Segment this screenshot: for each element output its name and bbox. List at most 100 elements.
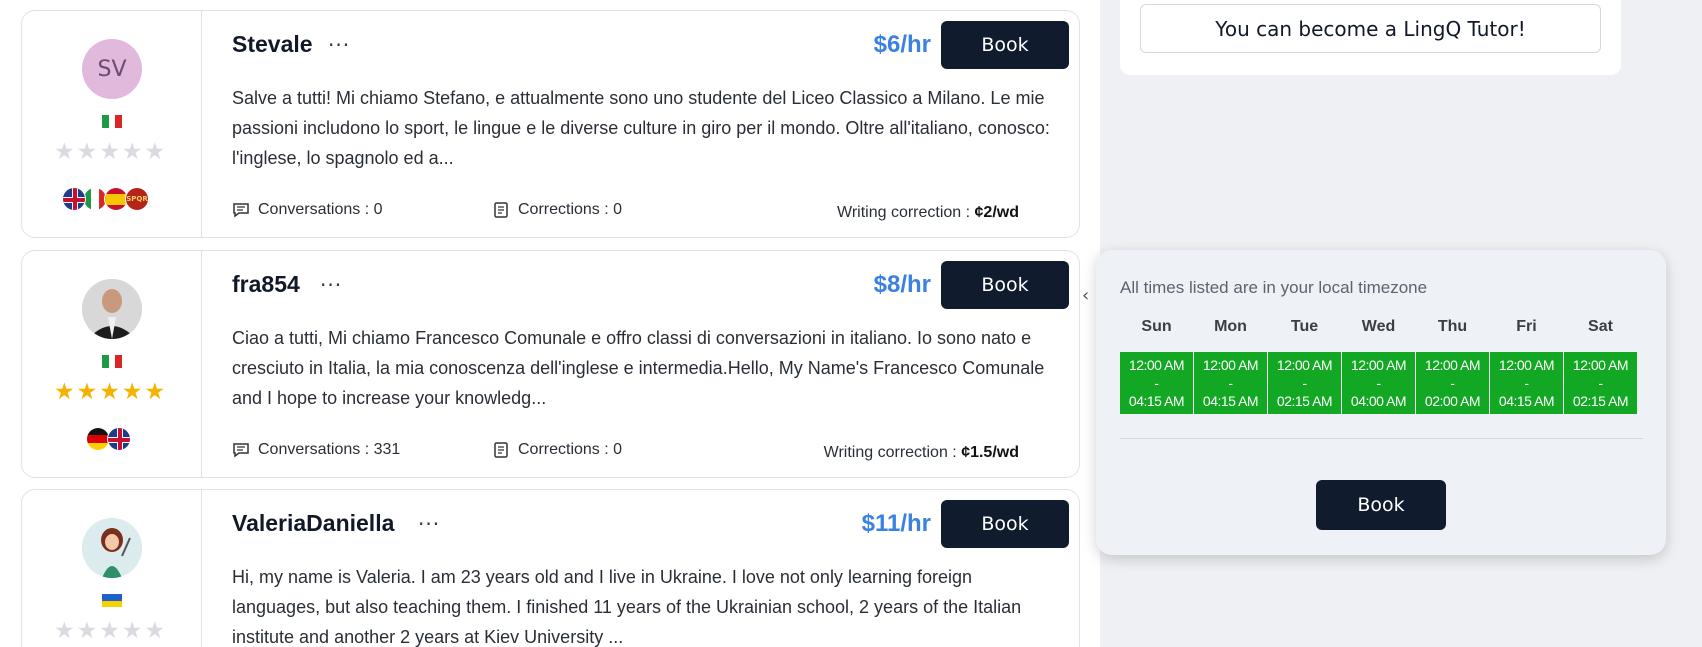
- tutor-bio: Salve a tutti! Mi chiamo Stefano, e attu…: [232, 88, 1050, 168]
- tutor-name[interactable]: Stevale: [232, 31, 313, 58]
- tutor-card-fra854: ★ ★ ★ ★ ★ fra854 ··· $8/hr Book Ciao a tutti…: [21, 250, 1080, 478]
- time-slot[interactable]: 12:00 AM -02:15 AM: [1564, 352, 1637, 414]
- more-options-icon[interactable]: ···: [418, 512, 440, 536]
- corrections-count: Corrections : 0: [518, 201, 623, 218]
- chat-icon: [233, 443, 249, 458]
- writing-correction-label: Writing correction :: [823, 444, 962, 461]
- time-slot[interactable]: 12:00 AM -02:00 AM: [1416, 352, 1489, 414]
- writing-correction-price: Writing correction : ¢1.5/wd: [824, 444, 1019, 462]
- star-icon: ★: [99, 618, 120, 644]
- popover-book-button[interactable]: Book: [1316, 480, 1446, 530]
- star-icon: ★: [144, 618, 166, 644]
- day-column-mon: Mon 12:00 AM -04:15 AM: [1194, 318, 1267, 414]
- star-icon: ★: [121, 139, 143, 165]
- time-slot[interactable]: 12:00 AM -02:15 AM: [1268, 352, 1341, 414]
- italy-flag-icon: [102, 355, 123, 368]
- writing-correction-value: ¢2/wd: [974, 204, 1019, 221]
- document-icon: [494, 202, 508, 218]
- tutor-info: ValeriaDaniella ··· $11/hr Book Hi, my n…: [232, 490, 1079, 647]
- tutor-name[interactable]: fra854: [232, 271, 300, 298]
- tutor-card-stevale: SV ★ ★ ★ ★ ★ SPQR Stevale ··· $6/hr Book Sal…: [21, 10, 1080, 238]
- book-button[interactable]: Book: [941, 500, 1069, 548]
- day-column-sun: Sun 12:00 AM -04:15 AM: [1120, 318, 1193, 414]
- hourly-price: $6/hr: [873, 31, 931, 58]
- tutor-profile-column: SV ★ ★ ★ ★ ★ SPQR: [22, 11, 202, 237]
- corrections-stat: Corrections : 0: [492, 201, 622, 219]
- tutor-bio: Hi, my name is Valeria. I am 23 years ol…: [232, 567, 1022, 647]
- document-icon: [494, 442, 508, 458]
- language-flags: SPQR: [62, 187, 149, 213]
- star-icon: ★: [54, 379, 75, 405]
- time-slot[interactable]: 12:00 AM -04:15 AM: [1490, 352, 1563, 414]
- star-icon: ★: [144, 379, 166, 405]
- star-icon: ★: [54, 139, 75, 165]
- book-button[interactable]: Book: [941, 21, 1069, 69]
- star-icon: ★: [54, 618, 75, 644]
- day-name: Mon: [1214, 318, 1247, 335]
- hourly-price: $8/hr: [873, 271, 931, 298]
- tutor-profile-column: ★ ★ ★ ★ ★: [22, 251, 202, 477]
- star-icon: ★: [76, 379, 98, 405]
- time-slot[interactable]: 12:00 AM -04:00 AM: [1342, 352, 1415, 414]
- time-slot[interactable]: 12:00 AM -04:15 AM: [1194, 352, 1267, 414]
- hourly-price: $11/hr: [861, 510, 931, 537]
- star-icon: ★: [121, 379, 143, 405]
- tutor-bio: Ciao a tutti, Mi chiamo Francesco Comuna…: [232, 328, 1045, 408]
- day-name: Sat: [1588, 318, 1613, 335]
- language-flags: [86, 427, 131, 453]
- availability-popover: All times listed are in your local timez…: [1096, 250, 1666, 555]
- rating-stars: ★ ★ ★ ★ ★: [54, 379, 174, 405]
- writing-correction-value: ¢1.5/wd: [961, 444, 1019, 461]
- divider: [1120, 438, 1643, 439]
- star-icon: ★: [76, 139, 98, 165]
- timezone-note: All times listed are in your local timez…: [1120, 278, 1428, 297]
- day-name: Thu: [1437, 318, 1468, 335]
- day-column-thu: Thu 12:00 AM -02:00 AM: [1416, 318, 1489, 414]
- star-icon: ★: [76, 618, 98, 644]
- english-flag-icon: [107, 427, 131, 451]
- become-tutor-panel: You can become a LingQ Tutor!: [1120, 0, 1621, 75]
- chat-icon: [233, 203, 249, 218]
- book-button[interactable]: Book: [941, 261, 1069, 309]
- day-name: Fri: [1516, 318, 1537, 335]
- tutor-name[interactable]: ValeriaDaniella: [232, 510, 394, 537]
- more-options-icon[interactable]: ···: [328, 33, 350, 57]
- day-name: Wed: [1361, 318, 1396, 335]
- person-photo-icon: [82, 279, 142, 339]
- day-name: Tue: [1290, 318, 1319, 335]
- become-tutor-button[interactable]: You can become a LingQ Tutor!: [1140, 4, 1601, 53]
- ukraine-flag-icon: [102, 594, 122, 607]
- rating-stars: ★ ★ ★ ★ ★: [54, 139, 174, 165]
- day-column-wed: Wed 12:00 AM -04:00 AM: [1342, 318, 1415, 414]
- day-column-tue: Tue 12:00 AM -02:15 AM: [1268, 318, 1341, 414]
- star-icon: ★: [99, 139, 120, 165]
- avatar[interactable]: [82, 279, 142, 339]
- corrections-count: Corrections : 0: [518, 441, 623, 458]
- latin-spqr-icon: SPQR: [125, 187, 149, 211]
- tutor-card-valeriadaniella: ★ ★ ★ ★ ★ ValeriaDaniella ··· $11/hr Book Hi…: [21, 489, 1080, 647]
- star-icon: ★: [121, 618, 143, 644]
- rating-stars: ★ ★ ★ ★ ★: [54, 618, 174, 644]
- avatar[interactable]: SV: [82, 39, 142, 99]
- corrections-stat: Corrections : 0: [492, 441, 622, 459]
- writing-correction-price: Writing correction : ¢2/wd: [837, 204, 1019, 222]
- tutor-info: fra854 ··· $8/hr Book Ciao a tutti, Mi c…: [232, 251, 1079, 477]
- weekly-schedule: Sun 12:00 AM -04:15 AM Mon 12:00 AM -04:15…: [1120, 318, 1643, 414]
- conversations-stat: Conversations : 0: [232, 201, 383, 219]
- day-name: Sun: [1141, 318, 1172, 335]
- tutor-profile-column: ★ ★ ★ ★ ★: [22, 490, 202, 647]
- time-slot[interactable]: 12:00 AM -04:15 AM: [1120, 352, 1193, 414]
- cartoon-avatar-icon: [82, 518, 142, 578]
- more-options-icon[interactable]: ···: [320, 273, 342, 297]
- conversations-count: Conversations : 0: [258, 201, 383, 218]
- english-flag-icon: [62, 187, 86, 211]
- italy-flag-icon: [102, 115, 123, 128]
- star-icon: ★: [99, 379, 120, 405]
- popover-caret-icon: ‹: [1082, 285, 1090, 306]
- tutor-info: Stevale ··· $6/hr Book Salve a tutti! Mi…: [232, 11, 1079, 237]
- day-column-fri: Fri 12:00 AM -04:15 AM: [1490, 318, 1563, 414]
- day-column-sat: Sat 12:00 AM -02:15 AM: [1564, 318, 1637, 414]
- conversations-stat: Conversations : 331: [232, 441, 400, 459]
- avatar[interactable]: [82, 518, 142, 578]
- star-icon: ★: [144, 139, 166, 165]
